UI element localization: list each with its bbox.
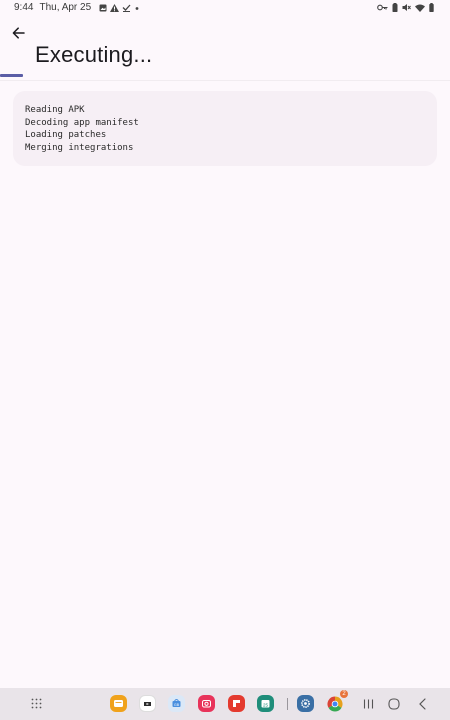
back-button[interactable] (414, 696, 430, 712)
svg-text:GB: GB (174, 703, 180, 707)
camera-app-button[interactable] (198, 695, 215, 712)
notes-app-icon (114, 700, 123, 707)
calendar-app-icon: 25 (261, 700, 270, 708)
log-lines: Reading APK Decoding app manifest Loadin… (25, 104, 139, 154)
status-bar: 9:44 Thu, Apr 25 (0, 0, 450, 16)
store-app-button[interactable]: GB (168, 695, 185, 712)
key-icon (377, 4, 388, 11)
wifi-icon (415, 4, 425, 12)
mute-icon (402, 4, 411, 11)
log-card: Reading APK Decoding app manifest Loadin… (13, 91, 437, 166)
svg-text:25: 25 (263, 702, 269, 707)
divider (0, 80, 450, 81)
battery-saver-icon (392, 3, 398, 12)
page-title: Executing... (35, 42, 153, 67)
battery-icon (429, 3, 434, 12)
chevron-left-icon (418, 698, 426, 710)
progress-fill (0, 74, 23, 77)
flipboard-app-button[interactable] (228, 695, 245, 712)
app-drawer-icon (31, 698, 42, 709)
log-line: Reading APK (25, 105, 85, 115)
log-line: Loading patches (25, 130, 107, 140)
status-time: 9:44 (14, 2, 34, 13)
flipboard-app-icon (233, 700, 240, 707)
home-icon (388, 698, 400, 710)
log-line: Merging integrations (25, 142, 134, 153)
video-app-button[interactable] (139, 695, 156, 712)
settings-app-button[interactable] (297, 695, 314, 712)
camera-app-icon (202, 700, 211, 708)
recents-icon (363, 699, 373, 709)
image-icon (99, 4, 107, 11)
settings-app-icon (301, 699, 310, 708)
navigation-bar: GB 25 2 (0, 688, 450, 720)
store-app-icon: GB (172, 699, 181, 707)
app-drawer-button[interactable] (28, 695, 45, 712)
status-date: Thu, Apr 25 (39, 2, 92, 13)
status-right (377, 3, 434, 12)
back-arrow-button[interactable] (8, 24, 28, 42)
recents-button[interactable] (360, 696, 376, 712)
arrow-back-icon (12, 27, 25, 39)
status-icons-left (99, 3, 140, 12)
home-button[interactable] (386, 696, 402, 712)
status-left: 9:44 Thu, Apr 25 (14, 2, 140, 13)
dot-icon (135, 6, 139, 10)
warning-icon (110, 3, 120, 12)
notes-app-button[interactable] (110, 695, 127, 712)
log-line: Decoding app manifest (25, 117, 139, 128)
calendar-app-button[interactable]: 25 (257, 695, 274, 712)
download-done-icon (122, 4, 131, 12)
chrome-app-button[interactable]: 2 (326, 690, 348, 712)
chrome-app-icon (326, 696, 343, 712)
video-app-icon (144, 702, 151, 706)
dock-separator (287, 698, 288, 710)
chrome-notification-badge: 2 (340, 690, 348, 698)
progress-bar (0, 74, 450, 77)
